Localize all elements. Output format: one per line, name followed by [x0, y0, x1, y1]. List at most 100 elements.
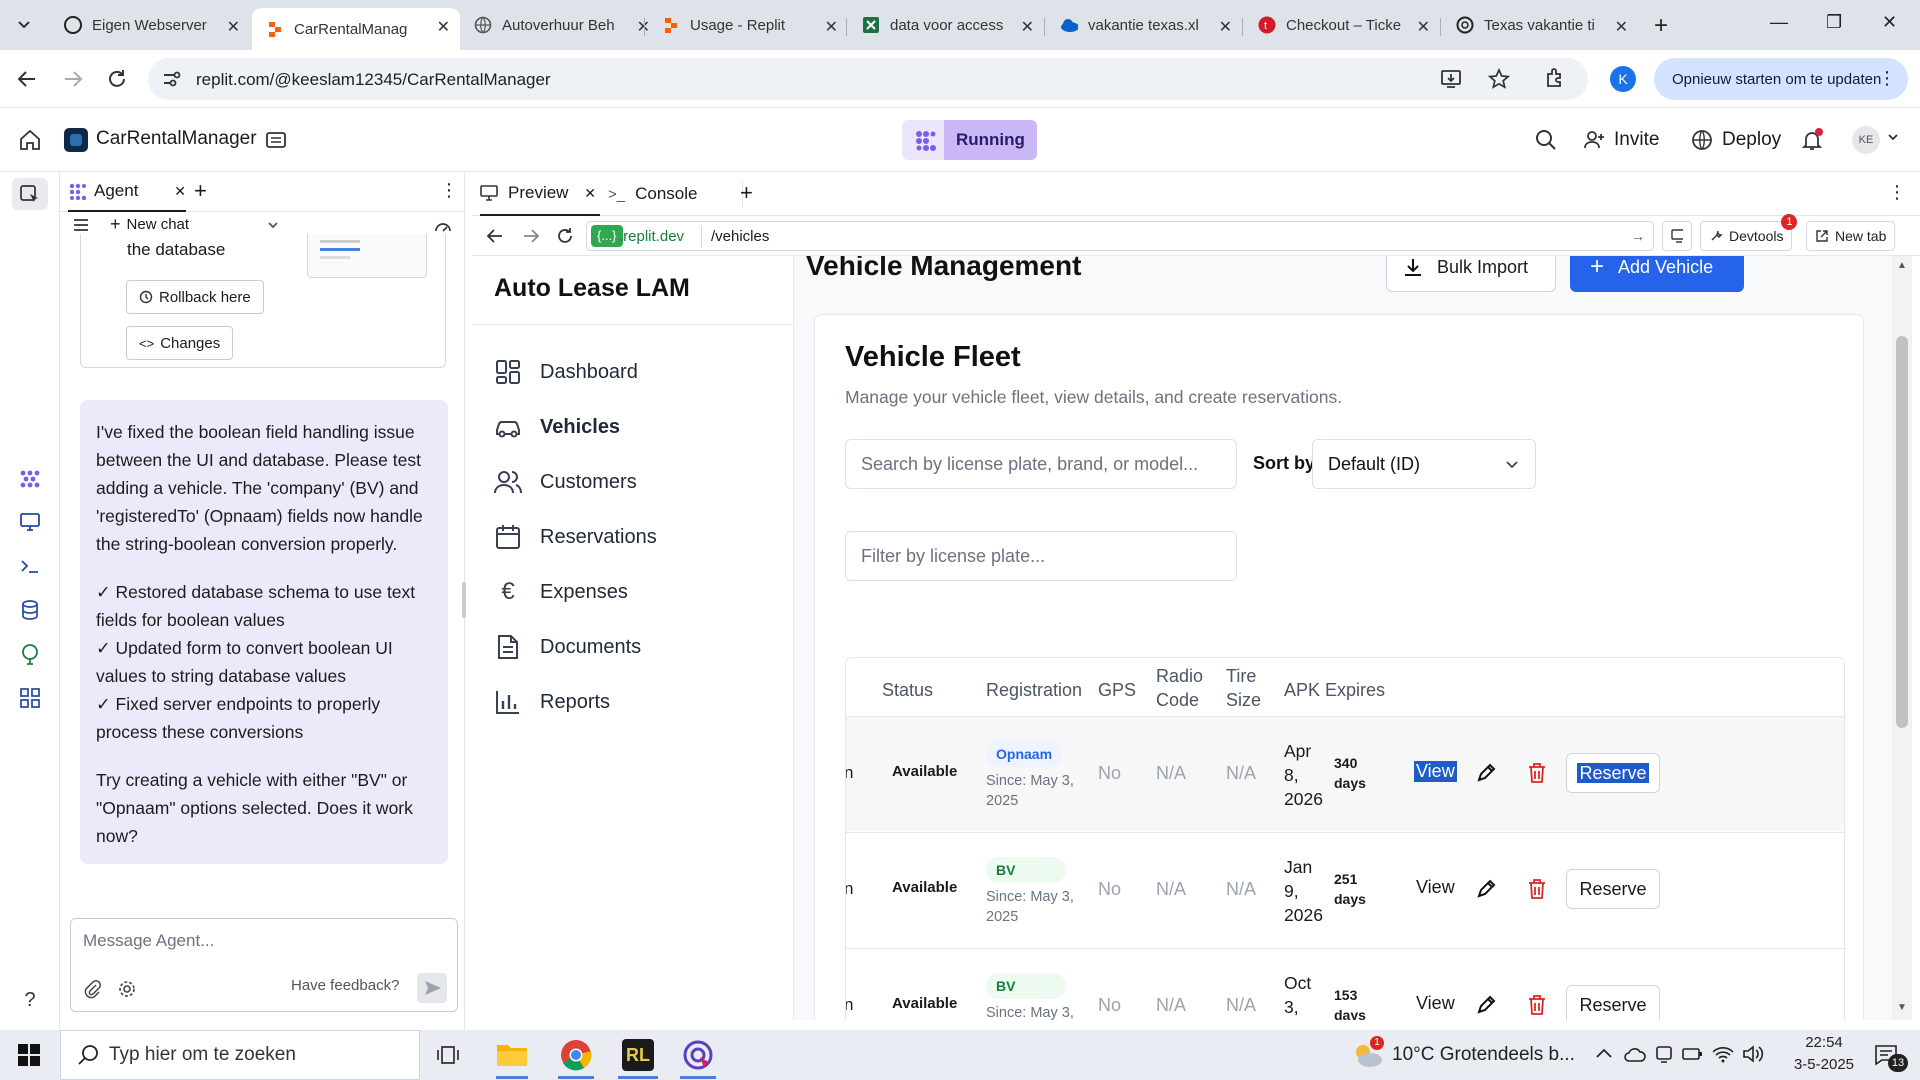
edit-pencil-icon[interactable] [1476, 879, 1496, 899]
view-link[interactable]: View [1414, 761, 1457, 782]
site-settings-icon[interactable] [162, 70, 182, 88]
sort-select[interactable]: Default (ID) [1312, 439, 1536, 489]
close-icon[interactable]: ✕ [1615, 17, 1628, 37]
reload-icon[interactable] [556, 227, 574, 245]
close-icon[interactable]: ✕ [437, 17, 450, 37]
feedback-link[interactable]: Have feedback? [291, 977, 399, 994]
browser-tab[interactable]: Eigen Webserver ✕ [50, 8, 250, 42]
nav-item-vehicles[interactable]: Vehicles [494, 407, 620, 447]
close-icon[interactable]: ✕ [227, 17, 240, 37]
reserve-button[interactable]: Reserve [1566, 753, 1660, 793]
window-close-icon[interactable]: ✕ [1882, 12, 1897, 33]
help-question-icon[interactable]: ? [18, 988, 42, 1012]
database-icon[interactable] [18, 598, 42, 622]
chevron-up-icon[interactable] [1594, 1044, 1614, 1064]
kebab-menu-icon[interactable]: ⋮ [1888, 182, 1906, 203]
tab-agent[interactable]: Agent ✕ [68, 172, 186, 212]
table-row[interactable]: n Available Opnaam Since: May 3, 2025 No… [846, 716, 1844, 831]
bulk-import-button[interactable]: Bulk Import [1386, 256, 1556, 292]
scroll-down-arrow-icon[interactable]: ▼ [1897, 1002, 1907, 1013]
checkpoint-thumbnail[interactable] [307, 234, 427, 278]
kebab-menu-icon[interactable]: ⋮ [1878, 68, 1896, 89]
browser-tab[interactable]: Autoverhuur Beh ✕ [460, 8, 660, 42]
chevron-down-icon[interactable] [266, 218, 280, 232]
search-icon[interactable] [1534, 128, 1558, 152]
tab-preview[interactable]: Preview ✕ [480, 172, 600, 216]
apps-grid-icon[interactable] [18, 686, 42, 710]
wifi-icon[interactable] [1712, 1045, 1734, 1063]
reserve-button[interactable]: Reserve [1566, 869, 1660, 909]
task-view-icon[interactable] [436, 1044, 460, 1066]
close-icon[interactable]: ✕ [1417, 17, 1430, 37]
clock-date[interactable]: 3-5-2025 [1786, 1056, 1862, 1073]
workspace-toggle-icon[interactable] [12, 178, 48, 210]
battery-icon[interactable] [1682, 1045, 1704, 1063]
cursor-app-icon[interactable] [682, 1039, 714, 1071]
message-agent-input[interactable]: Message Agent... Have feedback? [70, 918, 458, 1012]
delete-trash-icon[interactable] [1528, 763, 1546, 783]
browser-tab[interactable]: Usage - Replit ✕ [648, 8, 848, 42]
forward-arrow-icon[interactable] [62, 68, 84, 90]
rl-app-icon[interactable]: RL [622, 1039, 654, 1071]
nav-item-documents[interactable]: Documents [494, 627, 641, 667]
back-arrow-icon[interactable] [486, 228, 504, 244]
rollback-button[interactable]: Rollback here [126, 280, 264, 314]
address-bar[interactable]: replit.com/@keeslam12345/CarRentalManage… [148, 58, 1588, 100]
view-link[interactable]: View [1416, 877, 1455, 898]
profile-avatar[interactable]: K [1610, 66, 1636, 92]
nav-item-reservations[interactable]: Reservations [494, 517, 657, 557]
chevron-down-icon[interactable] [1886, 130, 1900, 144]
volume-icon[interactable] [1742, 1045, 1764, 1063]
device-icon[interactable] [1654, 1045, 1674, 1063]
add-vehicle-button[interactable]: + Add Vehicle [1570, 256, 1744, 292]
project-name[interactable]: CarRentalManager [96, 128, 257, 150]
scrollbar-thumb[interactable] [1896, 336, 1908, 728]
view-link[interactable]: View [1416, 993, 1455, 1014]
tab-console[interactable]: >_ Console [608, 172, 728, 216]
edit-pencil-icon[interactable] [1476, 763, 1496, 783]
file-explorer-icon[interactable] [496, 1040, 528, 1070]
delete-trash-icon[interactable] [1528, 995, 1546, 1015]
history-list-icon[interactable] [72, 216, 90, 234]
changes-button[interactable]: <> Changes [126, 326, 234, 360]
preview-url-bar[interactable]: {...} .replit.dev /vehicles → [586, 221, 1654, 251]
preview-monitor-icon[interactable] [18, 510, 42, 534]
cloud-icon[interactable] [1624, 1045, 1646, 1063]
nav-item-dashboard[interactable]: Dashboard [494, 352, 638, 392]
windows-start-icon[interactable] [18, 1044, 40, 1066]
deploy-button[interactable]: Deploy [1690, 120, 1781, 160]
new-tab-plus-icon[interactable]: + [194, 178, 207, 204]
user-avatar[interactable]: KE [1852, 126, 1880, 154]
kebab-menu-icon[interactable]: ⋮ [440, 180, 458, 201]
browser-tab[interactable]: data voor access ✕ [848, 8, 1044, 42]
clock-time[interactable]: 22:54 [1794, 1034, 1854, 1051]
new-tab-plus-icon[interactable]: + [740, 180, 753, 206]
invite-button[interactable]: Invite [1582, 120, 1659, 160]
send-icon[interactable] [417, 973, 447, 1003]
close-icon[interactable]: ✕ [584, 185, 596, 202]
bell-icon[interactable] [1800, 128, 1824, 152]
panel-resize-handle[interactable] [462, 582, 466, 618]
close-icon[interactable]: ✕ [825, 17, 838, 37]
scroll-up-arrow-icon[interactable]: ▲ [1897, 260, 1907, 271]
install-app-icon[interactable] [1440, 68, 1462, 90]
device-toggle-icon[interactable] [1662, 221, 1692, 251]
table-row[interactable]: n Available BV Since: May 3, 2025 No N/A… [846, 832, 1844, 947]
browser-tab[interactable]: Texas vakantie ti ✕ [1442, 8, 1638, 42]
browser-tab[interactable]: vakantie texas.xl ✕ [1046, 8, 1242, 42]
reserve-button[interactable]: Reserve [1566, 985, 1660, 1020]
taskbar-search-input[interactable]: Typ hier om te zoeken [60, 1030, 420, 1080]
nav-item-customers[interactable]: Customers [494, 462, 637, 502]
nav-item-expenses[interactable]: € Expenses [494, 572, 628, 612]
new-tab-plus-icon[interactable]: + [1654, 12, 1668, 40]
browser-tab-active[interactable]: CarRentalManag ✕ [252, 8, 460, 50]
settings-gear-icon[interactable] [117, 979, 137, 999]
preview-scrollbar[interactable]: ▲ ▼ [1892, 256, 1912, 1020]
go-arrow-icon[interactable]: → [1631, 228, 1645, 244]
reload-icon[interactable] [106, 68, 128, 90]
tab-search-chevron-icon[interactable] [14, 14, 34, 34]
restart-to-update-button[interactable]: Opnieuw starten om te updaten ⋮ [1654, 58, 1908, 100]
run-status-button[interactable]: Running [902, 120, 1037, 160]
home-icon[interactable] [18, 128, 42, 152]
console-icon[interactable] [18, 554, 42, 578]
